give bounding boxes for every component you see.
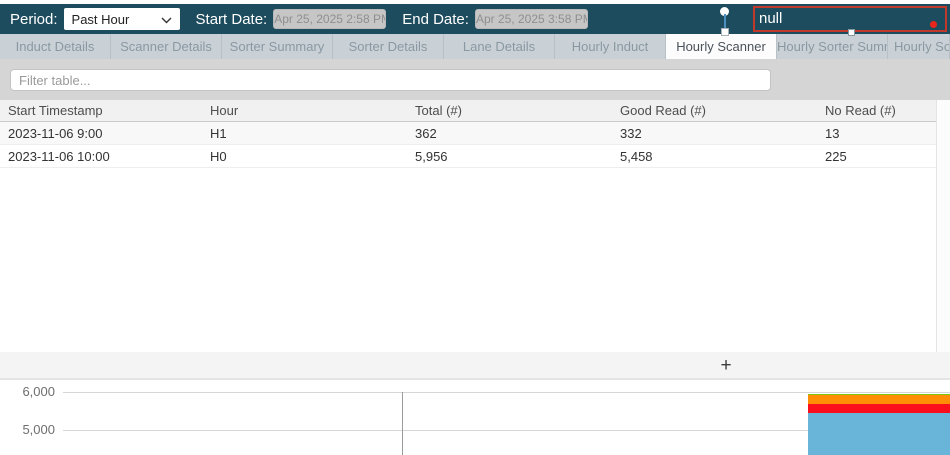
column-header[interactable]: Good Read (#) (612, 100, 817, 121)
y-axis-tick-label: 5,000 (0, 422, 55, 437)
null-widget-text: null (759, 10, 782, 27)
tab-hourly-scanner[interactable]: Hourly Scanner (666, 34, 777, 59)
start-date-label: Start Date: (196, 11, 268, 28)
filter-table-input[interactable] (10, 69, 771, 91)
vertical-scrollbar[interactable] (936, 100, 950, 380)
table-body: 2023-11-06 9:00H1362332132023-11-06 10:0… (0, 122, 950, 168)
table-header: Start TimestampHourTotal (#)Good Read (#… (0, 100, 950, 122)
status-dot-icon (930, 21, 937, 28)
tab-sorter-summary[interactable]: Sorter Summary (222, 34, 333, 59)
tab-hourly-sorter-summar[interactable]: Hourly Sorter Summar (777, 34, 888, 59)
tab-hourly-sort[interactable]: Hourly Sort (888, 34, 950, 59)
table-cell: 13 (817, 122, 950, 144)
bar-segment-segment-orange (808, 395, 950, 404)
table-cell: H0 (202, 145, 407, 167)
tab-scanner-details[interactable]: Scanner Details (111, 34, 222, 59)
start-date-input[interactable] (273, 9, 386, 29)
x-axis-divider (402, 392, 403, 455)
tab-lane-details[interactable]: Lane Details (444, 34, 555, 59)
table-cell: 5,458 (612, 145, 817, 167)
table-cell: 225 (817, 145, 950, 167)
table-cell: 2023-11-06 9:00 (0, 122, 202, 144)
selected-null-widget[interactable]: null (753, 6, 947, 32)
table-row[interactable]: 2023-11-06 9:00H136233213 (0, 122, 950, 145)
y-axis-tick-label: 6,000 (0, 384, 55, 399)
filter-strip (0, 59, 950, 100)
period-select[interactable]: Past Hour (64, 8, 180, 30)
chart: 6,000 5,000 (0, 381, 950, 455)
widget-bottom-strip: + (0, 352, 950, 380)
selection-handle-square[interactable] (721, 28, 729, 36)
column-header[interactable]: Total (#) (407, 100, 612, 121)
period-select-value: Past Hour (72, 12, 161, 27)
tab-bar: Induct DetailsScanner DetailsSorter Summ… (0, 34, 950, 59)
period-label: Period: (10, 11, 58, 28)
table-cell: H1 (202, 122, 407, 144)
table-cell: 5,956 (407, 145, 612, 167)
column-header[interactable]: No Read (#) (817, 100, 950, 121)
data-table: Start TimestampHourTotal (#)Good Read (#… (0, 100, 950, 168)
tab-sorter-details[interactable]: Sorter Details (333, 34, 444, 59)
chevron-down-icon (161, 12, 172, 27)
bar-segment-segment-green (808, 394, 950, 396)
resize-handle[interactable] (848, 29, 855, 36)
add-button[interactable]: + (716, 356, 736, 376)
table-cell: 2023-11-06 10:00 (0, 145, 202, 167)
end-date-input[interactable] (475, 9, 588, 29)
end-date-label: End Date: (402, 11, 469, 28)
bar-segment-good-read (808, 413, 950, 455)
table-cell: 332 (612, 122, 817, 144)
bar-segment-no-read (808, 404, 950, 413)
table-row[interactable]: 2023-11-06 10:00H05,9565,458225 (0, 145, 950, 168)
column-header[interactable]: Start Timestamp (0, 100, 202, 121)
tab-hourly-induct[interactable]: Hourly Induct (555, 34, 666, 59)
table-cell: 362 (407, 122, 612, 144)
column-header[interactable]: Hour (202, 100, 407, 121)
tab-induct-details[interactable]: Induct Details (0, 34, 111, 59)
